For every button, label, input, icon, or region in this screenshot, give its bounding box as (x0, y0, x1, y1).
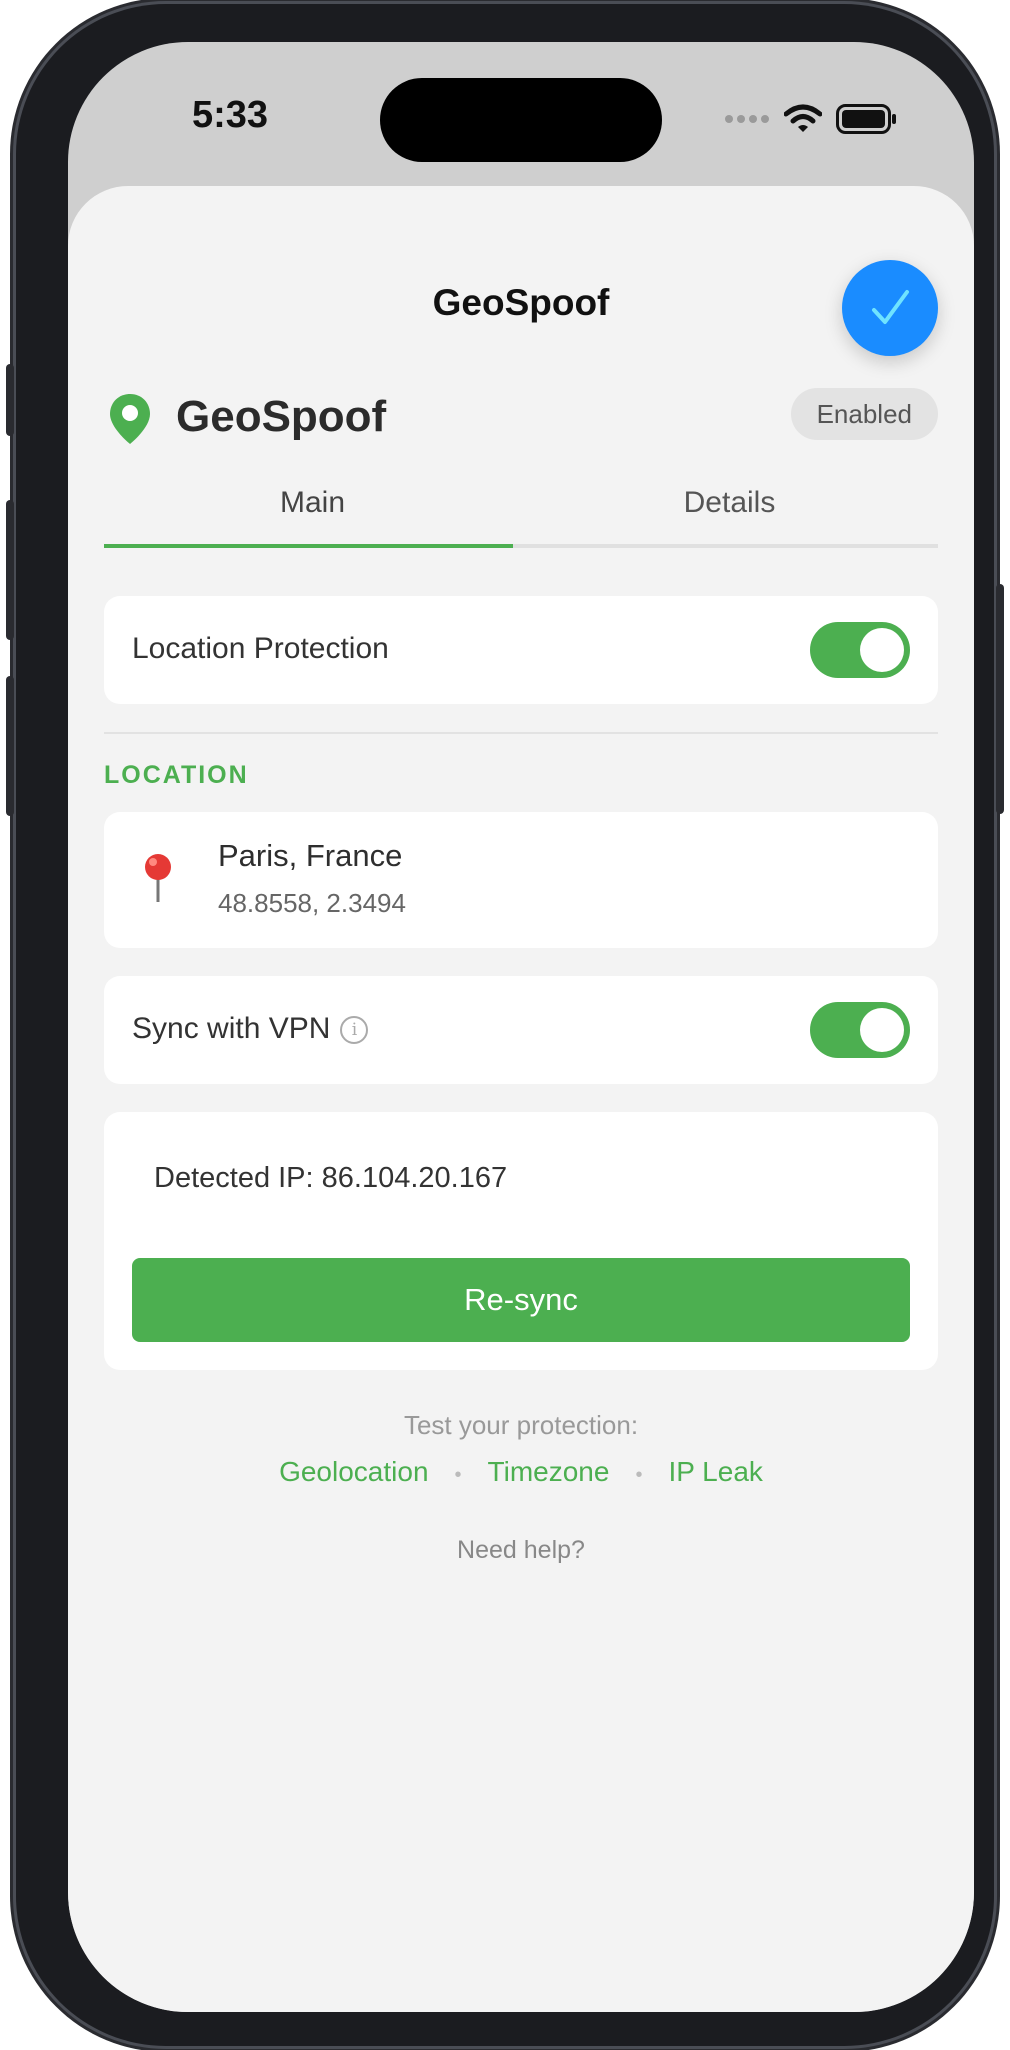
geolocation-link[interactable]: Geolocation (279, 1456, 428, 1487)
cellular-signal-icon (725, 115, 769, 123)
toggle-knob (860, 628, 904, 672)
red-pushpin-icon (145, 854, 171, 902)
location-coordinates: 48.8558, 2.3494 (218, 888, 406, 918)
battery-icon (836, 104, 896, 134)
ip-card: Detected IP: 86.104.20.167 Re-sync (104, 1112, 938, 1370)
bottom-sheet: GeoSpoof GeoSpoof Enabled Main Details L… (68, 186, 974, 2012)
power-button (996, 584, 1004, 814)
info-icon[interactable]: i (340, 1016, 369, 1045)
volume-up-button (6, 500, 14, 640)
checkmark-icon (872, 290, 909, 324)
dynamic-island (380, 78, 662, 162)
test-links: Geolocation • Timezone • IP Leak (68, 1456, 974, 1488)
vpn-sync-card: Sync with VPN i (104, 976, 938, 1084)
brand-header: GeoSpoof Enabled (104, 382, 938, 452)
vpn-sync-toggle[interactable] (810, 1002, 910, 1058)
screen: 5:33 GeoSpoof GeoSpoof Enabled Main Deta… (68, 42, 974, 2012)
volume-down-button (6, 676, 14, 816)
tab-active-indicator (104, 544, 513, 548)
link-separator: • (635, 1464, 643, 1486)
status-time: 5:33 (192, 94, 269, 136)
location-protection-label: Location Protection (132, 632, 389, 665)
sheet-title: GeoSpoof (432, 282, 610, 323)
location-protection-toggle[interactable] (810, 622, 910, 678)
action-button (6, 364, 14, 436)
app-name: GeoSpoof (176, 392, 387, 441)
ip-leak-link[interactable]: IP Leak (668, 1456, 762, 1487)
map-pin-icon (110, 394, 150, 444)
resync-button[interactable]: Re-sync (132, 1258, 910, 1342)
wifi-icon (784, 104, 822, 132)
location-protection-card: Location Protection (104, 596, 938, 704)
detected-ip: Detected IP: 86.104.20.167 (154, 1162, 508, 1194)
tab-main[interactable]: Main (104, 486, 521, 542)
location-section-label: LOCATION (104, 761, 249, 789)
done-button[interactable] (842, 260, 938, 356)
phone-frame: 5:33 GeoSpoof GeoSpoof Enabled Main Deta… (6, 4, 1004, 2046)
link-separator: • (454, 1464, 462, 1486)
help-link[interactable]: Need help? (68, 1536, 974, 1565)
tab-bar: Main Details (104, 486, 938, 548)
location-card[interactable]: Paris, France 48.8558, 2.3494 (104, 812, 938, 948)
status-icons (724, 104, 898, 134)
toggle-knob (860, 1008, 904, 1052)
status-badge: Enabled (790, 388, 938, 440)
tab-details[interactable]: Details (521, 486, 938, 542)
timezone-link[interactable]: Timezone (488, 1456, 610, 1487)
test-protection-label: Test your protection: (403, 1410, 639, 1440)
vpn-sync-label: Sync with VPN (132, 1012, 331, 1045)
divider (104, 732, 938, 734)
vpn-sync-label-row: Sync with VPN i (132, 1012, 369, 1046)
location-name: Paris, France (218, 838, 403, 873)
